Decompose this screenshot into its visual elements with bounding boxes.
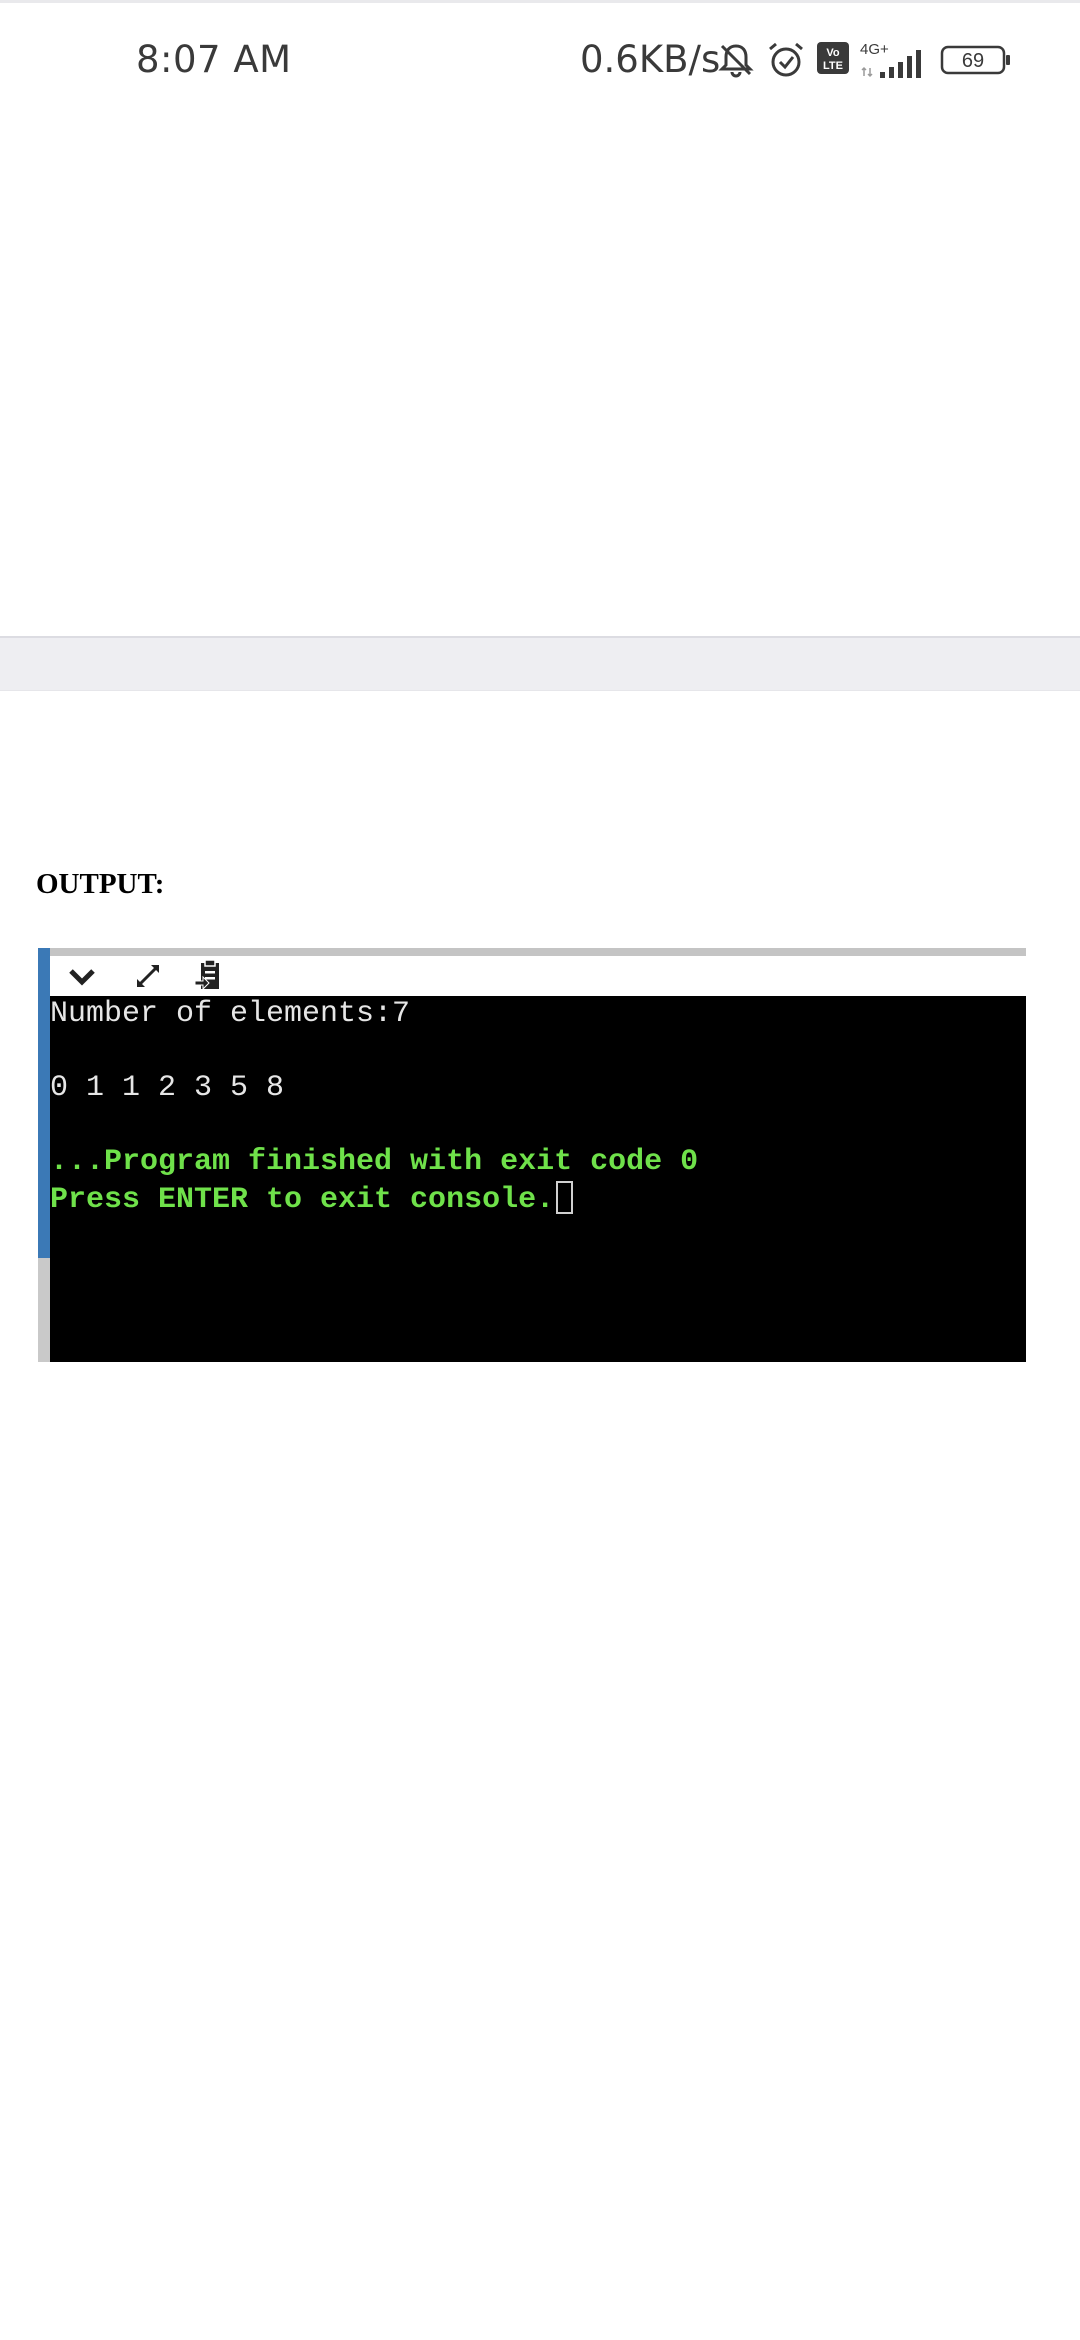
status-clock: 8:07 AM (136, 38, 292, 81)
status-bar-top-line (0, 0, 1080, 3)
exit-prompt-text: Press ENTER to exit console. (50, 1183, 555, 1217)
console-accent-strip (38, 948, 50, 1258)
console-line-fibonacci-output: 0 1 1 2 3 5 8 (50, 1071, 285, 1105)
svg-text:Vo: Vo (826, 47, 840, 59)
console-top-border (38, 948, 1026, 956)
svg-text:LTE: LTE (823, 60, 843, 72)
console-terminal: Number of elements:7 0 1 1 2 3 5 8 ...Pr… (50, 996, 1026, 1362)
expand-icon[interactable] (130, 960, 166, 992)
alarm-icon (766, 40, 806, 85)
battery-level: 69 (962, 50, 984, 72)
output-heading: OUTPUT: (36, 868, 165, 900)
console-screenshot: Number of elements:7 0 1 1 2 3 5 8 ...Pr… (38, 948, 1026, 1362)
chevron-down-icon[interactable] (64, 960, 100, 992)
screen: 8:07 AM 0.6KB/s Vo LTE 4G+ 69 OUTPUT: Nu… (0, 0, 1080, 2340)
section-divider (0, 636, 1080, 691)
console-toolbar (50, 956, 1026, 996)
terminal-cursor (556, 1181, 574, 1214)
console-line-exit-status: ...Program finished with exit code 0 (50, 1145, 699, 1179)
console-line-element-count: Number of elements:7 (50, 997, 411, 1031)
volte-icon: Vo LTE (815, 40, 851, 81)
bell-off-icon (716, 40, 756, 85)
network-speed: 0.6KB/s (580, 38, 721, 81)
console-line-exit-prompt: Press ENTER to exit console. (50, 1181, 574, 1219)
console-gray-strip (38, 1258, 50, 1362)
status-bar: 8:07 AM 0.6KB/s Vo LTE 4G+ 69 (0, 0, 1080, 125)
copy-icon[interactable] (192, 959, 228, 992)
signal-icon: 4G+ (858, 38, 930, 87)
svg-text:4G+: 4G+ (860, 41, 889, 58)
battery-icon: 69 (940, 44, 1012, 81)
